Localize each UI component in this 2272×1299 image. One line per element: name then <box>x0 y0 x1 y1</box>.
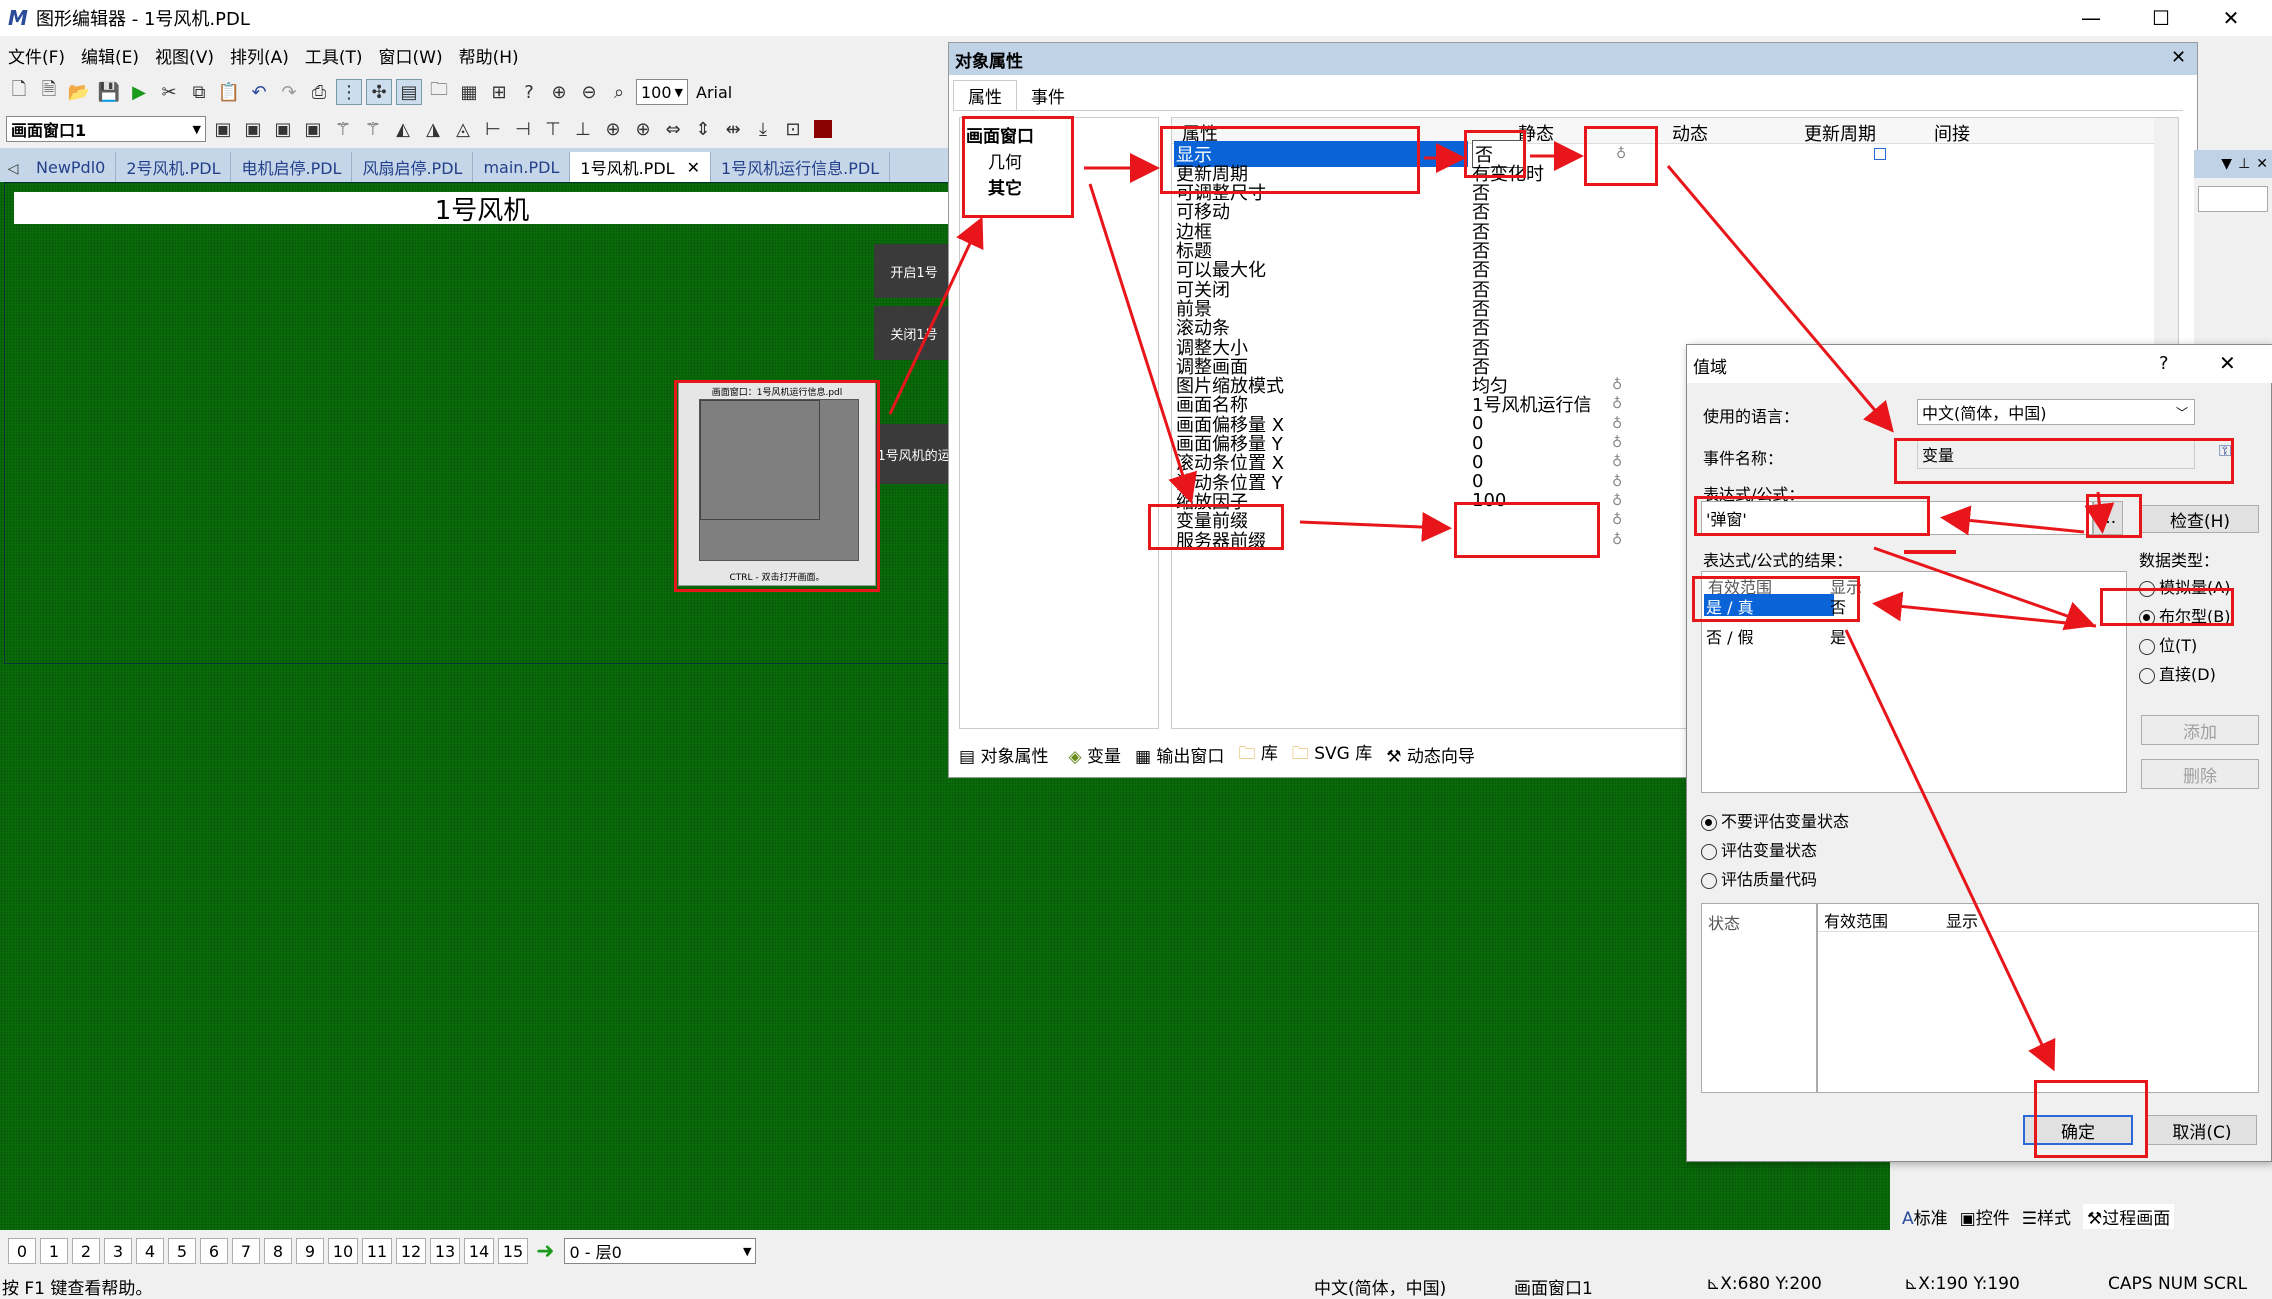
arrow-dynamic-to-event <box>1666 165 1894 433</box>
arrow-browse-to-expression <box>1940 505 2085 536</box>
arrow-picture-to-value <box>1299 512 1452 543</box>
arrow-window-to-tree <box>888 216 984 415</box>
arrow-tree-to-picture <box>1088 183 1198 504</box>
arrow-result-to-ok <box>1844 629 2056 1072</box>
arrow-to-browse <box>2084 491 2115 534</box>
arrow-to-boolean <box>1873 546 2096 631</box>
annotation-arrows <box>888 141 2115 1072</box>
